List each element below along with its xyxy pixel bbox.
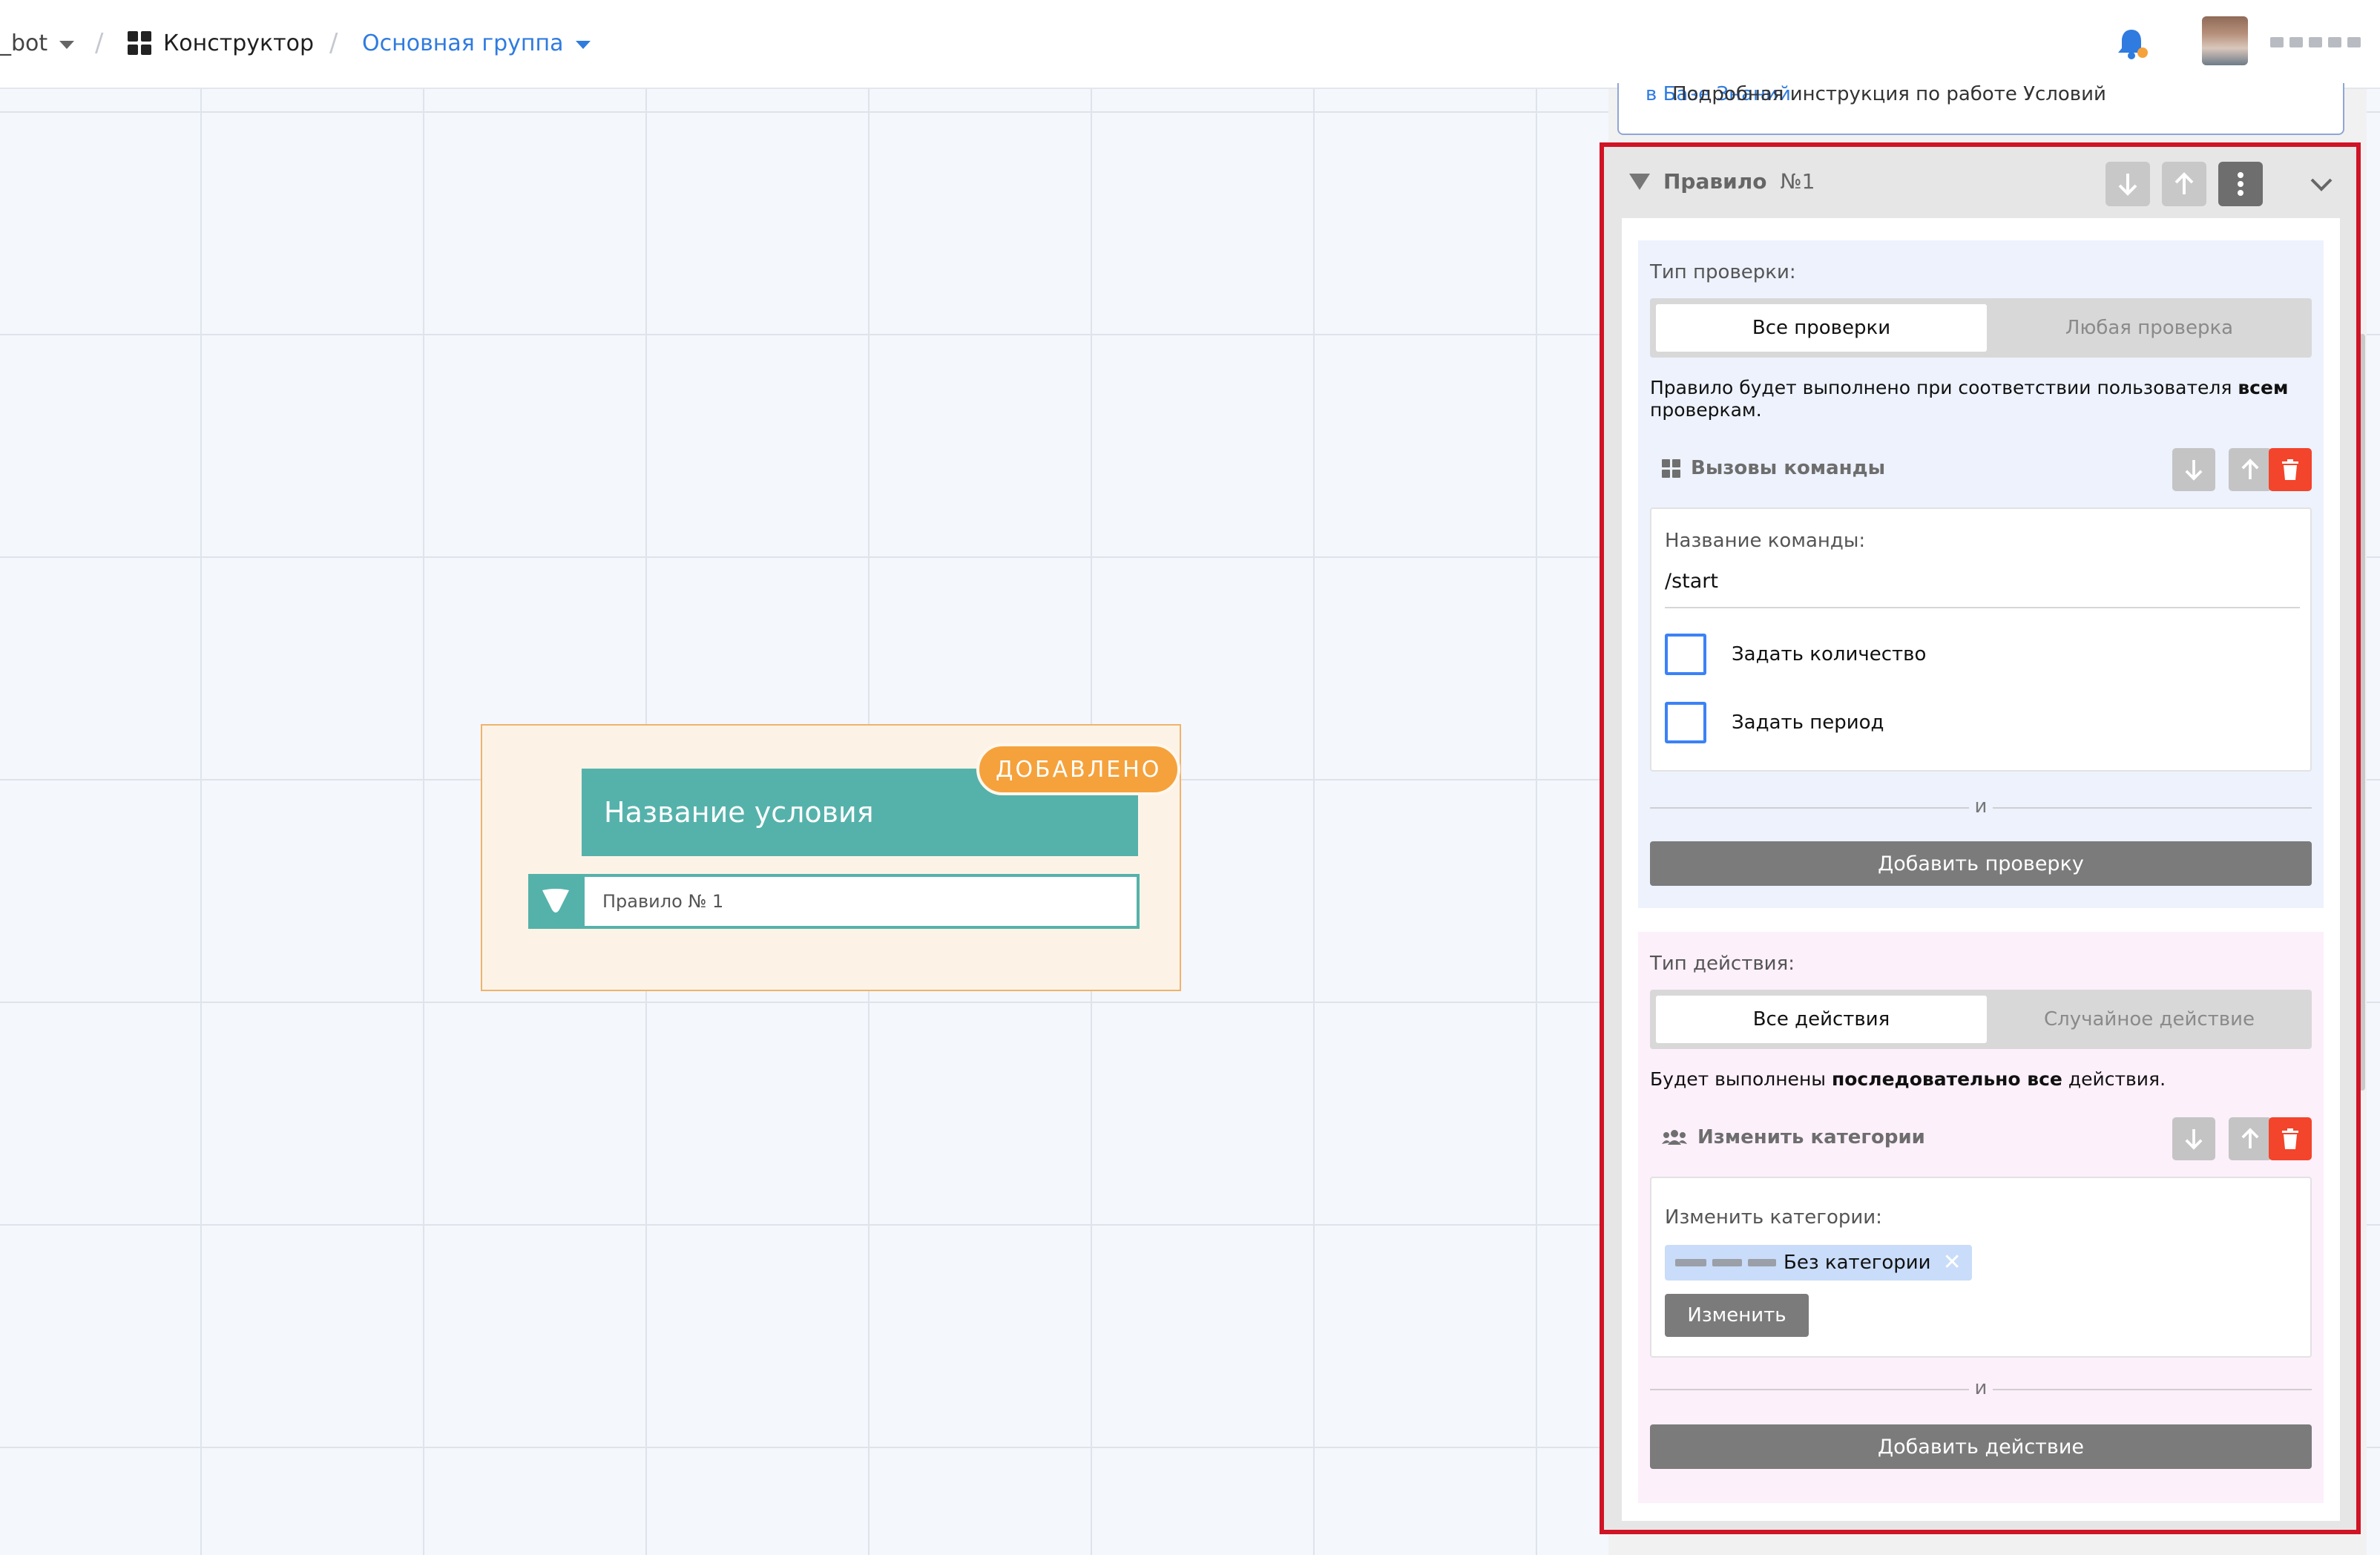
change-categories-label: Изменить категории: [1665,1206,1882,1229]
users-icon [1662,1130,1687,1145]
arrow-up-icon [2241,1128,2259,1148]
check-type-all[interactable]: Все проверки [1656,304,1987,352]
instruction-note: Подробная инструкция по работе Условий в… [1617,83,2344,135]
action-delete-button[interactable] [2269,1117,2312,1160]
rule-body: Тип проверки: Все проверки Любая проверк… [1622,218,2340,1521]
action-type-random[interactable]: Случайное действие [1987,996,2312,1043]
trash-icon [2282,1128,2298,1149]
set-period-option[interactable]: Задать период [1665,702,1884,743]
avatar[interactable] [2202,16,2248,65]
action-section: Тип действия: Все действия Случайное дей… [1638,932,2324,1503]
funnel-icon [1629,173,1650,190]
condition-node-rule[interactable]: Правило № 1 [582,874,1140,929]
move-down-button[interactable] [2105,162,2150,206]
rule-title: Правило №1 [1629,169,1815,194]
action-move-down-button[interactable] [2172,1117,2215,1160]
and-divider: и [1650,792,2312,822]
rule-title-label: Правило [1663,169,1767,194]
kebab-icon [2238,172,2243,196]
set-count-option[interactable]: Задать количество [1665,634,1926,675]
check-item-title: Вызовы команды [1662,457,1885,479]
breadcrumb-separator: / [329,28,338,58]
set-count-checkbox[interactable] [1665,634,1706,675]
check-type-toggle: Все проверки Любая проверка [1650,298,2312,358]
action-type-all[interactable]: Все действия [1656,996,1987,1043]
group-selector-label: Основная группа [362,30,564,56]
bot-selector[interactable]: _bot [0,22,75,64]
chevron-down-icon [575,40,591,49]
set-period-label: Задать период [1732,711,1884,734]
rule-card: Правило №1 Тип проверки: Все проверки Лю… [1600,142,2361,1534]
arrow-up-icon [2241,458,2259,479]
grid-icon [128,31,151,55]
check-delete-button[interactable] [2269,448,2312,491]
command-name-input[interactable]: /start [1665,570,1718,593]
action-move-up-button[interactable] [2229,1117,2272,1160]
rule-number: №1 [1780,169,1815,194]
add-check-button[interactable]: Добавить проверку [1650,841,2312,886]
change-button[interactable]: Изменить [1665,1294,1809,1337]
check-move-up-button[interactable] [2229,448,2272,491]
check-section: Тип проверки: Все проверки Любая проверк… [1638,240,2324,908]
arrow-down-icon [2185,460,2203,481]
trash-icon [2282,459,2298,480]
action-description: Будет выполнены последовательно все дейс… [1650,1068,2166,1090]
chevron-down-icon[interactable] [2309,169,2334,199]
add-action-button[interactable]: Добавить действие [1650,1424,2312,1469]
username-obscured[interactable] [2270,31,2361,53]
bell-icon[interactable] [2113,25,2150,62]
breadcrumb-separator: / [95,28,104,58]
bot-selector-label: _bot [0,30,48,56]
action-item-title: Изменить категории [1662,1126,1925,1148]
arrow-down-icon [2118,174,2137,196]
check-type-any[interactable]: Любая проверка [1987,304,2312,352]
breadcrumb-constructor[interactable]: Конструктор [128,22,314,64]
obscured-text [1675,1259,1776,1266]
instruction-text-end: . [1672,83,1679,105]
and-divider: и [1650,1374,2312,1404]
command-calls-card: Название команды: /start Задать количест… [1650,507,2312,772]
more-options-button[interactable] [2218,162,2263,206]
input-underline [1665,607,2300,608]
funnel-icon [542,889,569,913]
action-item-header: Изменить категории [1650,1117,2318,1162]
change-categories-card: Изменить категории: Без категории ✕ Изме… [1650,1177,2312,1358]
group-selector[interactable]: Основная группа [362,22,591,64]
grid-icon [1662,458,1680,478]
rule-connector-handle[interactable] [528,874,583,929]
arrow-up-icon [2174,172,2194,194]
rule-header[interactable]: Правило №1 [1604,147,2356,221]
check-move-down-button[interactable] [2172,448,2215,491]
arrow-down-icon [2185,1129,2203,1150]
action-type-toggle: Все действия Случайное действие [1650,990,2312,1049]
breadcrumb-constructor-label: Конструктор [163,30,315,56]
added-badge: ДОБАВЛЕНО [976,743,1181,795]
chevron-down-icon [59,40,75,49]
top-bar: _bot / Конструктор / Основная группа [0,0,2380,89]
set-period-checkbox[interactable] [1665,702,1706,743]
close-icon[interactable]: ✕ [1943,1252,1962,1274]
move-up-button[interactable] [2162,162,2206,206]
set-count-label: Задать количество [1732,643,1927,665]
command-name-label: Название команды: [1665,530,1866,552]
category-tag-label: Без категории [1784,1252,1931,1274]
category-tag: Без категории ✕ [1665,1245,1972,1281]
check-type-label: Тип проверки: [1650,261,1796,283]
instruction-text: Подробная инструкция по работе Условий [1672,83,2106,105]
action-type-label: Тип действия: [1650,953,1795,975]
check-item-header: Вызовы команды [1650,448,2318,493]
check-description: Правило будет выполнено при соответствии… [1650,377,2289,421]
